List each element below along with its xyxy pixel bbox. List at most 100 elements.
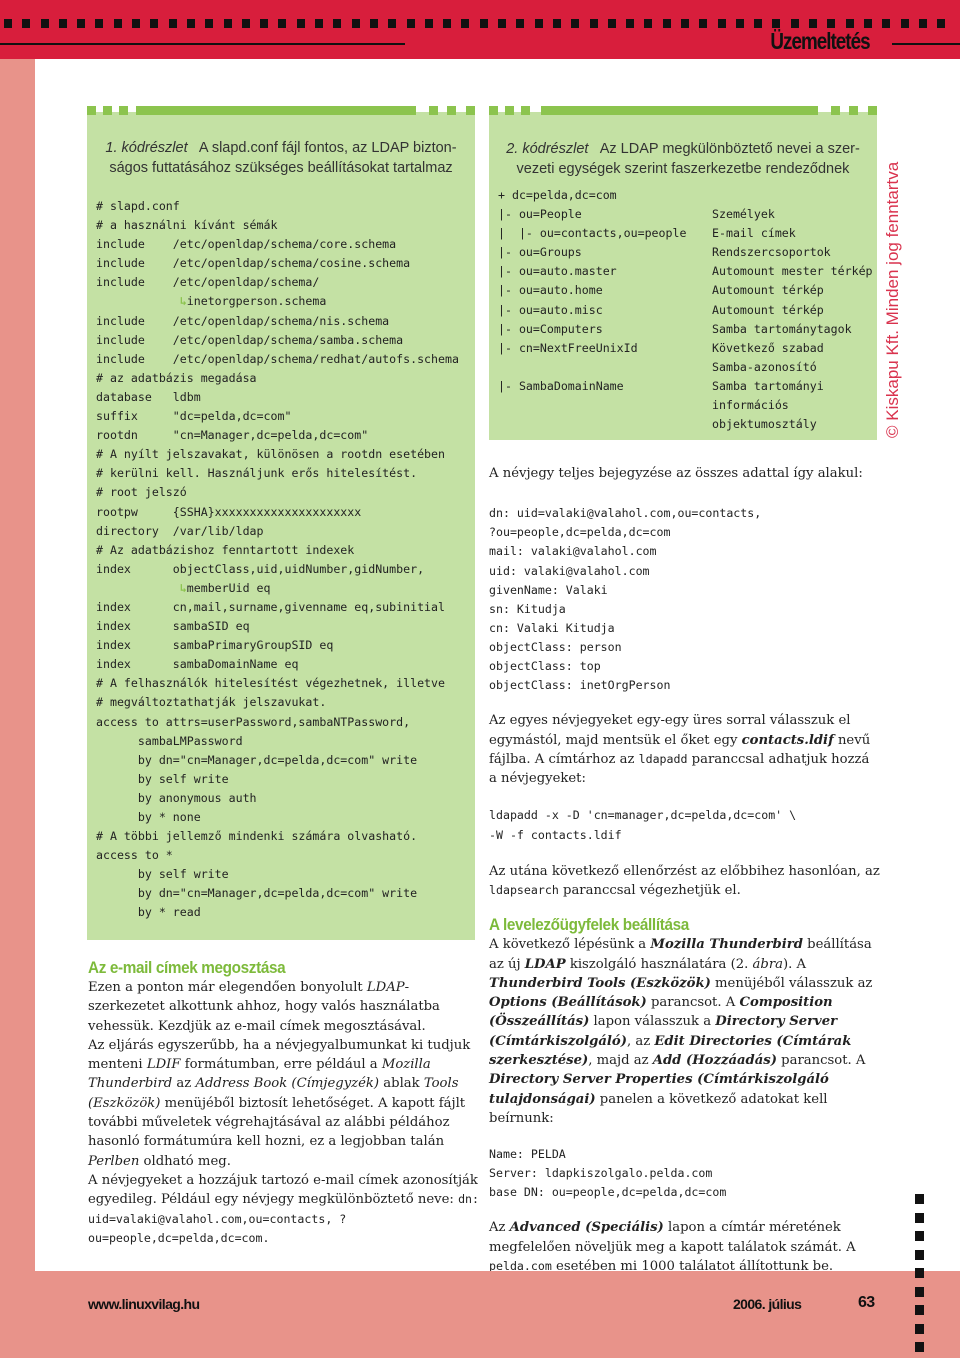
- code-line: ↳inetorgperson.schema: [179, 294, 327, 309]
- description-cell: Személyek: [712, 207, 775, 222]
- dot: [77, 19, 86, 28]
- description-cell: Rendszercsoportok: [712, 245, 831, 260]
- code-line: by dn="cn=Manager,dc=pelda,dc=com" write: [96, 886, 418, 901]
- dot: [845, 19, 854, 28]
- header-rule-right: [892, 43, 960, 45]
- dot: [168, 19, 177, 28]
- dn-cell: |- cn=NextFreeUnixId: [498, 340, 638, 355]
- dot: [915, 1231, 924, 1241]
- dot: [498, 19, 507, 28]
- header-rule-left: [0, 43, 405, 45]
- dot: [626, 19, 635, 28]
- dn-cell: |- ou=auto.misc: [498, 302, 603, 317]
- dot: [315, 19, 324, 28]
- dot: [278, 19, 287, 28]
- code-line: by * none: [96, 810, 201, 824]
- dot: [241, 19, 250, 28]
- dot: [58, 19, 67, 28]
- dot: [772, 19, 781, 28]
- ldapadd-command-code: ldapadd -x -D 'cn=manager,dc=pelda,dc=co…: [489, 806, 881, 844]
- code-line: by self write: [96, 771, 229, 786]
- description-cell: Samba tartománytagok: [712, 321, 852, 336]
- dn-cell: [498, 415, 712, 434]
- tree-row: Samba-azonosító: [498, 358, 873, 377]
- dot: [22, 19, 31, 28]
- code-line: # A többi jellemző mindenki számára olva…: [96, 829, 418, 844]
- description-cell: Automount térkép: [712, 302, 824, 317]
- section-heading: A levelezőügyfelek beállítása: [489, 915, 689, 935]
- dot: [461, 19, 470, 28]
- dot: [534, 19, 543, 28]
- dot: [333, 19, 342, 28]
- code-line: index objectClass,uid,uidNumber,gidNumbe…: [96, 561, 425, 576]
- box-top-decoration: [87, 106, 475, 115]
- dot: [223, 19, 232, 28]
- dot: [790, 19, 799, 28]
- text-run: A névjegyeket a hozzájuk tartozó e-mail …: [88, 1172, 478, 1208]
- text-run: Az utána következő ellenőrzést az előbbi…: [489, 863, 880, 879]
- code-line: ↳memberUid eq: [179, 580, 271, 595]
- code-line: -W -f contacts.ldif: [489, 827, 622, 842]
- dot: [351, 19, 360, 28]
- dot: [589, 19, 598, 28]
- right-column: A névjegy teljes bejegyzése az összes ad…: [489, 464, 881, 1276]
- paragraph: Az eljárás egyszerűbb, ha a névjegyalbum…: [88, 1036, 480, 1171]
- dn-cell: | |- ou=contacts,ou=people: [498, 226, 687, 241]
- code-line: database ldbm: [96, 389, 201, 404]
- paragraph-intro: A névjegy teljes bejegyzése az összes ad…: [489, 466, 863, 481]
- code-line: directory /var/lib/ldap: [96, 523, 264, 538]
- code-line: dn: uid=valaki@valahol.com,ou=contacts,: [489, 506, 762, 521]
- code-line: by dn="cn=Manager,dc=pelda,dc=com" write: [96, 752, 418, 767]
- dn-cell: |- ou=auto.home: [498, 283, 603, 298]
- text-run: Mozilla Thunderbird: [650, 937, 803, 953]
- listing-number: 1. kódrészlet: [105, 140, 188, 156]
- code-line: # kerülni kell. Használjunk erős hiteles…: [96, 466, 418, 481]
- code-line: ldapadd -x -D 'cn=manager,dc=pelda,dc=co…: [489, 808, 797, 823]
- dot: [900, 19, 909, 28]
- footer-issue-date: 2006. július: [733, 1296, 802, 1312]
- dn-cell: [498, 396, 712, 415]
- code-line: index sambaPrimaryGroupSID eq: [96, 638, 334, 653]
- code-line: include /etc/openldap/schema/: [96, 275, 320, 290]
- dot: [406, 19, 415, 28]
- code-line: # megváltoztathatják jelszavukat.: [96, 695, 327, 710]
- server-settings-code: Name: PELDA Server: ldapkiszolgalo.pelda.…: [489, 1145, 881, 1202]
- text-run: Add (Hozzáadás): [652, 1052, 777, 1068]
- paragraph: Az Advanced (Speciális) lapon a címtár m…: [489, 1218, 881, 1276]
- dn-cell: [498, 358, 712, 377]
- dot: [915, 1212, 924, 1223]
- dot: [644, 19, 653, 28]
- tree-row: |- ou=auto.misc Automount térkép: [498, 301, 873, 320]
- dot: [915, 1249, 924, 1260]
- decorative-dots-column: [915, 1194, 925, 1352]
- listing-1-code: # slapd.conf # a használni kívánt sémák in…: [96, 197, 459, 923]
- paragraph: Ezen a ponton már elegendően bonyolult L…: [88, 978, 480, 1036]
- paragraph: A következő lépésünk a Mozilla Thunderbi…: [489, 935, 881, 1128]
- text-run: ). A: [783, 956, 807, 972]
- header-band: Üzemeltetés: [0, 0, 960, 59]
- dot: [915, 1342, 924, 1352]
- code-line: index sambaDomainName eq: [96, 657, 299, 672]
- dot: [388, 19, 397, 28]
- text-run: formátumban, erre például a: [180, 1057, 382, 1073]
- text-run: oldható meg.: [139, 1153, 231, 1169]
- dn-cell: |- ou=auto.master: [498, 264, 617, 279]
- ldif-entry-code: dn: uid=valaki@valahol.com,ou=contacts,?…: [489, 504, 881, 695]
- section-email-sharing: Az e-mail címek megosztása Ezen a ponton…: [88, 958, 480, 1248]
- code-line: cn: Valaki Kitudja: [489, 620, 615, 635]
- dot: [260, 19, 269, 28]
- footer-website-link[interactable]: www.linuxvilag.hu: [88, 1296, 200, 1312]
- dot: [479, 19, 488, 28]
- dot: [699, 19, 708, 28]
- dot: [735, 19, 744, 28]
- dot: [915, 1268, 924, 1278]
- text-run: az: [172, 1076, 196, 1092]
- text-run: Ezen a ponton már elegendően bonyolult: [88, 980, 367, 995]
- dot: [680, 19, 689, 28]
- text-run: ldapsearch: [489, 882, 559, 897]
- decorative-dots-row: [4, 19, 960, 28]
- text-run: LDIF: [146, 1057, 181, 1073]
- paragraph: Az egyes névjegyeket egy-egy üres sorral…: [489, 711, 881, 788]
- paragraph: A névjegyeket a hozzájuk tartozó e-mail …: [88, 1171, 480, 1248]
- listing-1-caption: 1. kódrészlet A slapd.conf fájl fontos, …: [105, 140, 457, 176]
